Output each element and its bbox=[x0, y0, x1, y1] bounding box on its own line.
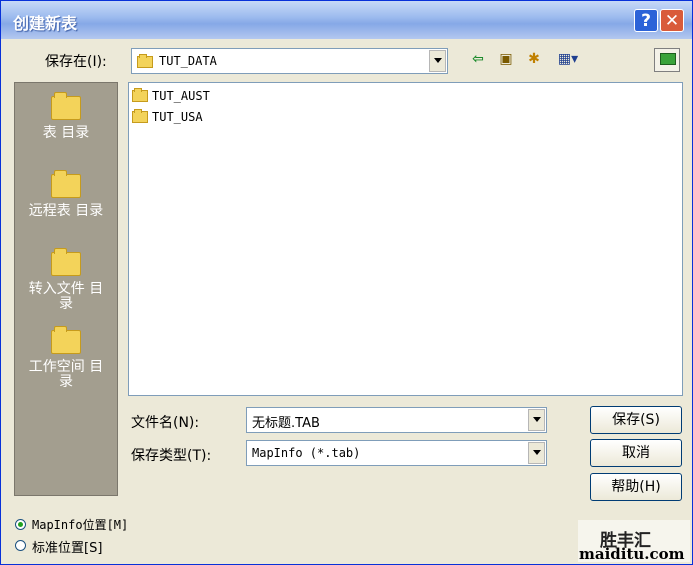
filename-value: 无标题.TAB bbox=[252, 416, 320, 431]
folder-name: TUT_USA bbox=[152, 110, 203, 124]
up-folder-icon[interactable]: ▣ bbox=[495, 51, 517, 71]
place-import-directory[interactable]: 转入文件 目录 bbox=[15, 248, 117, 312]
mapinfo-location-label[interactable]: MapInfo位置[M] bbox=[32, 516, 128, 533]
filename-label: 文件名(N): bbox=[131, 415, 200, 431]
chevron-down-icon[interactable] bbox=[429, 50, 446, 72]
cancel-button[interactable]: 取消 bbox=[590, 439, 682, 467]
create-new-table-dialog: 创建新表 ? ✕ 保存在(I): TUT_DATA ⇦ ▣ ✱ ▦▾ 表 目录 … bbox=[0, 0, 693, 565]
place-table-directory[interactable]: 表 目录 bbox=[15, 92, 117, 141]
new-folder-icon[interactable]: ✱ bbox=[523, 51, 545, 71]
filename-field[interactable]: 无标题.TAB bbox=[246, 407, 547, 433]
list-item[interactable]: TUT_AUST bbox=[132, 87, 210, 105]
save-in-label: 保存在(I): bbox=[45, 54, 107, 70]
folder-icon bbox=[51, 170, 81, 198]
place-label: 远程表 目录 bbox=[28, 203, 104, 219]
back-arrow-icon[interactable]: ⇦ bbox=[467, 51, 489, 71]
folder-icon bbox=[132, 109, 148, 123]
folder-icon bbox=[51, 92, 81, 120]
filetype-dropdown[interactable]: MapInfo (*.tab) bbox=[246, 440, 547, 466]
folder-icon bbox=[51, 248, 81, 276]
file-list[interactable]: TUT_AUST TUT_USA bbox=[128, 82, 683, 396]
desktop-icon[interactable] bbox=[654, 48, 680, 72]
places-bar: 表 目录 远程表 目录 转入文件 目录 工作空间 目录 bbox=[14, 82, 118, 496]
view-menu-icon[interactable]: ▦▾ bbox=[552, 51, 584, 71]
place-label: 工作空间 目录 bbox=[28, 359, 104, 390]
filetype-value: MapInfo (*.tab) bbox=[252, 446, 361, 460]
folder-icon bbox=[137, 54, 157, 72]
list-item[interactable]: TUT_USA bbox=[132, 108, 203, 126]
close-button[interactable]: ✕ bbox=[660, 9, 684, 32]
save-button[interactable]: 保存(S) bbox=[590, 406, 682, 434]
place-label: 表 目录 bbox=[42, 125, 90, 141]
folder-name: TUT_AUST bbox=[152, 89, 210, 103]
save-in-value: TUT_DATA bbox=[159, 54, 217, 68]
chevron-down-icon[interactable] bbox=[528, 442, 545, 464]
place-workspace-directory[interactable]: 工作空间 目录 bbox=[15, 326, 117, 390]
folder-icon bbox=[51, 326, 81, 354]
standard-location-label[interactable]: 标准位置[S] bbox=[32, 537, 102, 556]
dialog-title: 创建新表 bbox=[13, 14, 78, 33]
place-remote-table-directory[interactable]: 远程表 目录 bbox=[15, 170, 117, 219]
folder-icon bbox=[132, 88, 148, 102]
help-button[interactable]: 帮助(H) bbox=[590, 473, 682, 501]
title-bar[interactable]: 创建新表 ? ✕ bbox=[1, 1, 692, 39]
place-label: 转入文件 目录 bbox=[28, 281, 104, 312]
save-in-dropdown[interactable]: TUT_DATA bbox=[131, 48, 448, 74]
mapinfo-location-radio[interactable] bbox=[15, 519, 26, 530]
filetype-label: 保存类型(T): bbox=[131, 448, 212, 464]
chevron-down-icon[interactable] bbox=[528, 409, 545, 431]
standard-location-radio[interactable] bbox=[15, 540, 26, 551]
help-title-button[interactable]: ? bbox=[634, 9, 658, 32]
watermark-url: maiditu.com bbox=[579, 545, 685, 563]
